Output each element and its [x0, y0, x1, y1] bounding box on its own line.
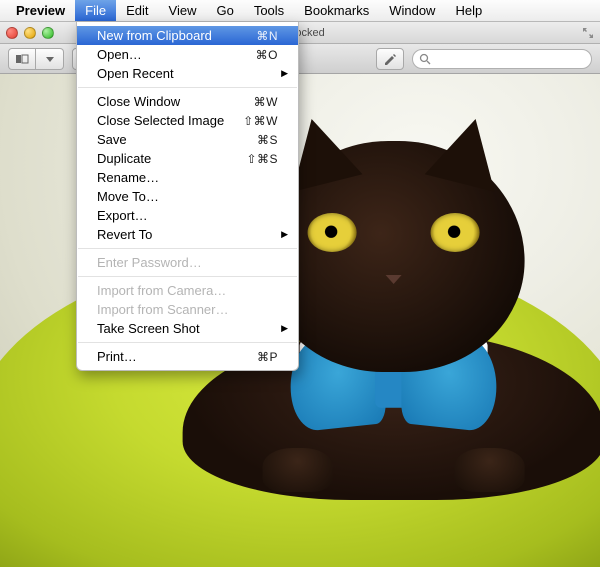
- menu-item-shortcut: ⌘W: [254, 95, 278, 109]
- view-mode-dropdown-button[interactable]: [36, 48, 64, 70]
- menu-item-move-to[interactable]: Move To…: [77, 187, 298, 206]
- menu-item-label: Save: [97, 132, 257, 147]
- menu-separator: [78, 87, 297, 88]
- search-field-wrap: [412, 49, 592, 69]
- menu-item-save[interactable]: Save⌘S: [77, 130, 298, 149]
- menu-item-label: Duplicate: [97, 151, 246, 166]
- file-menu-dropdown: New from Clipboard⌘NOpen…⌘OOpen Recent▶C…: [76, 22, 299, 371]
- menu-item-shortcut: ⌘S: [257, 133, 278, 147]
- menu-window[interactable]: Window: [379, 0, 445, 21]
- menu-tools[interactable]: Tools: [244, 0, 294, 21]
- submenu-arrow-icon: ▶: [281, 68, 288, 79]
- menu-item-open-recent[interactable]: Open Recent▶: [77, 64, 298, 83]
- menu-item-export[interactable]: Export…: [77, 206, 298, 225]
- menu-item-close-selected-image[interactable]: Close Selected Image⇧⌘W: [77, 111, 298, 130]
- menu-item-import-from-scanner: Import from Scanner…: [77, 300, 298, 319]
- menu-view[interactable]: View: [159, 0, 207, 21]
- menu-item-label: Open Recent: [97, 66, 278, 81]
- menu-item-rename[interactable]: Rename…: [77, 168, 298, 187]
- menu-item-label: Close Window: [97, 94, 254, 109]
- app-name-label: Preview: [6, 3, 75, 18]
- view-thumbnails-button[interactable]: [8, 48, 36, 70]
- close-window-button[interactable]: [6, 27, 18, 39]
- menu-item-label: Take Screen Shot: [97, 321, 278, 336]
- menu-item-print[interactable]: Print…⌘P: [77, 347, 298, 366]
- menu-item-new-from-clipboard[interactable]: New from Clipboard⌘N: [77, 26, 298, 45]
- menu-item-revert-to[interactable]: Revert To▶: [77, 225, 298, 244]
- markup-button[interactable]: [376, 48, 404, 70]
- system-menubar: Preview FileEditViewGoToolsBookmarksWind…: [0, 0, 600, 22]
- menu-bookmarks[interactable]: Bookmarks: [294, 0, 379, 21]
- menu-item-shortcut: ⌘P: [257, 350, 278, 364]
- menu-separator: [78, 248, 297, 249]
- search-input[interactable]: [412, 49, 592, 69]
- menu-item-label: New from Clipboard: [97, 28, 256, 43]
- minimize-window-button[interactable]: [24, 27, 36, 39]
- menu-item-label: Move To…: [97, 189, 278, 204]
- menu-item-shortcut: ⇧⌘W: [243, 114, 278, 128]
- menu-item-shortcut: ⇧⌘S: [246, 152, 278, 166]
- menu-item-take-screen-shot[interactable]: Take Screen Shot▶: [77, 319, 298, 338]
- menu-help[interactable]: Help: [445, 0, 492, 21]
- menu-item-label: Revert To: [97, 227, 278, 242]
- menu-item-label: Export…: [97, 208, 278, 223]
- menu-item-label: Close Selected Image: [97, 113, 243, 128]
- submenu-arrow-icon: ▶: [281, 323, 288, 334]
- menu-item-duplicate[interactable]: Duplicate⇧⌘S: [77, 149, 298, 168]
- search-icon: [419, 53, 431, 65]
- view-mode-group: [8, 48, 64, 70]
- menu-item-shortcut: ⌘N: [256, 29, 278, 43]
- menu-item-open[interactable]: Open…⌘O: [77, 45, 298, 64]
- submenu-arrow-icon: ▶: [281, 229, 288, 240]
- menu-separator: [78, 276, 297, 277]
- menu-item-label: Open…: [97, 47, 256, 62]
- zoom-window-button[interactable]: [42, 27, 54, 39]
- menu-item-label: Rename…: [97, 170, 278, 185]
- menu-file[interactable]: File: [75, 0, 116, 21]
- menu-item-label: Import from Scanner…: [97, 302, 278, 317]
- menu-go[interactable]: Go: [206, 0, 243, 21]
- menu-item-shortcut: ⌘O: [256, 48, 278, 62]
- menu-item-label: Import from Camera…: [97, 283, 278, 298]
- menu-item-close-window[interactable]: Close Window⌘W: [77, 92, 298, 111]
- menu-item-import-from-camera: Import from Camera…: [77, 281, 298, 300]
- menu-edit[interactable]: Edit: [116, 0, 158, 21]
- menu-item-label: Enter Password…: [97, 255, 278, 270]
- menu-separator: [78, 342, 297, 343]
- menu-item-label: Print…: [97, 349, 257, 364]
- fullscreen-icon[interactable]: [582, 27, 594, 39]
- menu-item-enter-password: Enter Password…: [77, 253, 298, 272]
- window-controls: [6, 27, 54, 39]
